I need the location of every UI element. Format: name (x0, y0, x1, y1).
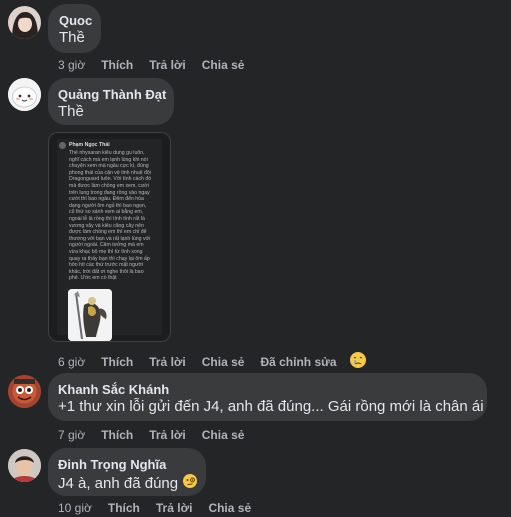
comment-text: Thề (59, 29, 85, 46)
screenshot-author: Phạm Ngọc Thái (69, 142, 110, 148)
comment-actions: 6 giờ Thích Trả lời Chia sẻ Đã chỉnh sửa (58, 351, 383, 372)
avatar[interactable] (8, 6, 41, 39)
avatar[interactable] (8, 375, 41, 408)
comment-actions: 7 giờ Thích Trả lời Chia sẻ (58, 428, 260, 442)
share-button[interactable]: Chia sẻ (202, 58, 245, 72)
dragon-figure-icon (68, 289, 112, 341)
comment-text: J4 à, anh đã đúng (58, 473, 198, 493)
face-with-monocle-icon (182, 473, 198, 493)
reply-button[interactable]: Trả lời (149, 428, 186, 442)
like-button[interactable]: Thích (108, 501, 140, 515)
comment-author[interactable]: Đinh Trọng Nghĩa (58, 457, 166, 472)
cartoon-avatar-icon (8, 78, 41, 111)
share-button[interactable]: Chia sẻ (202, 428, 245, 442)
reply-button[interactable]: Trả lời (149, 58, 186, 72)
screenshot-avatar-icon (59, 142, 66, 149)
user-photo-icon (8, 449, 41, 482)
comment-time[interactable]: 3 giờ (58, 58, 85, 72)
comment-text-content: J4 à, anh đã đúng (58, 474, 179, 492)
comment-time[interactable]: 10 giờ (58, 501, 92, 515)
comment-text: +1 thư xin lỗi gửi đến J4, anh đã đúng..… (58, 398, 484, 415)
share-button[interactable]: Chia sẻ (202, 355, 245, 369)
like-button[interactable]: Thích (101, 428, 133, 442)
crying-face-icon[interactable] (349, 351, 367, 372)
comment-author[interactable]: Khanh Sắc Khánh (58, 382, 169, 397)
like-button[interactable]: Thích (101, 58, 133, 72)
avatar[interactable] (8, 78, 41, 111)
edited-label[interactable]: Đã chỉnh sửa (260, 355, 336, 369)
avatar[interactable] (8, 449, 41, 482)
reply-button[interactable]: Trả lời (149, 355, 186, 369)
comment-text: Thề (58, 103, 84, 120)
comment-time[interactable]: 7 giờ (58, 428, 85, 442)
screenshot-content: Phạm Ngọc Thái Thề nhysaran kiêu dung gu… (57, 139, 162, 341)
reply-button[interactable]: Trả lời (156, 501, 193, 515)
screenshot-text: Thề nhysaran kiêu dung gu luôn, nghĩ các… (69, 150, 152, 282)
user-photo-icon (8, 6, 41, 39)
cartoon-avatar-icon (8, 375, 41, 408)
comment-author[interactable]: Quoc (59, 13, 92, 28)
comment-time[interactable]: 6 giờ (58, 355, 85, 369)
comment-author[interactable]: Quảng Thành Đạt (58, 87, 166, 102)
comment-actions: 10 giờ Thích Trả lời Chia sẻ (58, 501, 267, 515)
screenshot-image (68, 289, 112, 341)
share-button[interactable]: Chia sẻ (208, 501, 251, 515)
comment-actions: 3 giờ Thích Trả lời Chia sẻ (58, 58, 260, 72)
like-button[interactable]: Thích (101, 355, 133, 369)
attached-screenshot[interactable]: Phạm Ngọc Thái Thề nhysaran kiêu dung gu… (48, 132, 171, 342)
